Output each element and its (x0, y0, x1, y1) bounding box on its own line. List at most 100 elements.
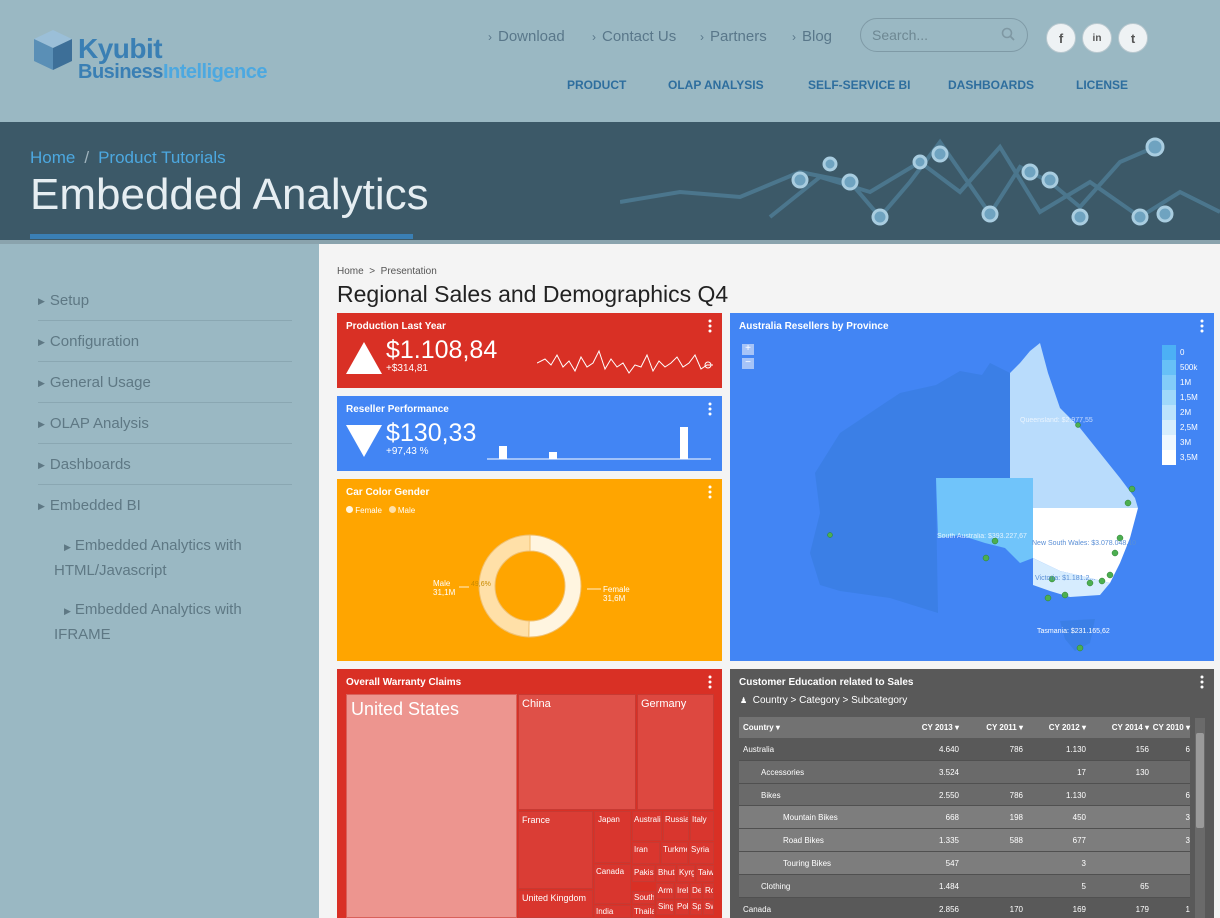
logo-subname[interactable]: BusinessIntelligence (78, 61, 267, 84)
table-cell: 3 (1185, 836, 1190, 846)
sidebar-item-dashboards[interactable]: ▶ Dashboards (38, 456, 131, 473)
hierarchy-path[interactable]: Country > Category > Subcategory (753, 695, 908, 706)
treemap-cell-poland[interactable]: Poland (675, 900, 689, 915)
column-header[interactable]: CY 2014 ▾ (1089, 723, 1149, 732)
sidebar-item-general-usage[interactable]: ▶ General Usage (38, 374, 151, 391)
table-cell: 1 (1185, 904, 1190, 914)
kpi-production-card[interactable]: Production Last Year $1.108,84 +$314,81 (337, 313, 722, 388)
more-vertical-icon[interactable] (705, 319, 715, 333)
hero-crumb-tutorials[interactable]: Product Tutorials (98, 148, 226, 167)
treemap-cell-australia[interactable]: Australia (632, 811, 662, 841)
treemap-cell-bhutan[interactable]: Bhutan (656, 865, 676, 882)
treemap-cell-turkmenistan[interactable]: Turkmenistan (661, 842, 688, 864)
sidebar-subitem-iframe[interactable]: ▶ Embedded Analytics with IFRAME (54, 598, 284, 647)
table-cell: 169 (1072, 904, 1086, 914)
sidebar-item-olap-analysis[interactable]: ▶ OLAP Analysis (38, 415, 149, 432)
treemap-cell-armenia[interactable]: Armenia (656, 883, 674, 899)
column-header[interactable]: CY 2010 ▾ (1152, 723, 1190, 732)
map-label-tasmania: Tasmania: $231.165,62 (1037, 628, 1110, 635)
treemap-cell-spain[interactable]: Spain (690, 900, 702, 915)
map-card[interactable]: Australia Resellers by Province + − Quee… (730, 313, 1214, 661)
linkedin-icon[interactable]: in (1082, 23, 1112, 53)
column-header[interactable]: CY 2012 ▾ (1026, 723, 1086, 732)
sidebar-subitem-html-js[interactable]: ▶ Embedded Analytics with HTML/Javascript (54, 534, 284, 583)
treemap-cell-india[interactable]: India (594, 905, 631, 918)
region-northern-territory (936, 363, 1010, 478)
sidebar-item-configuration[interactable]: ▶ Configuration (38, 333, 139, 350)
toplink-download[interactable]: › Download (488, 28, 565, 45)
more-vertical-icon[interactable] (1197, 675, 1207, 689)
treemap-cell-south[interactable]: South (632, 891, 655, 904)
logo-cube-icon[interactable] (32, 28, 74, 72)
donut-chart (459, 534, 601, 638)
table-cell: 1.130 (1065, 790, 1086, 800)
donut-slice-female[interactable] (528, 534, 582, 638)
map-label-south-australia: South Australia: $393.227,67 (937, 533, 1027, 540)
column-header[interactable]: CY 2013 ▾ (899, 723, 959, 732)
sidebar-subitem-label: Embedded Analytics with HTML/Javascript (54, 537, 242, 579)
more-vertical-icon[interactable] (705, 675, 715, 689)
legend-swatch-7 (1162, 450, 1176, 465)
dash-crumb-home[interactable]: Home (337, 266, 364, 277)
column-header[interactable]: CY 2011 ▾ (963, 723, 1023, 732)
card-title: Customer Education related to Sales (739, 677, 914, 688)
treemap-cell-france[interactable]: France (518, 811, 593, 889)
row-label: Touring Bikes (783, 859, 832, 868)
treemap-cell-canada[interactable]: Canada (594, 864, 631, 904)
treemap-cell-germany[interactable]: Germany (637, 694, 714, 810)
nav-product[interactable]: PRODUCT (567, 78, 626, 92)
legend-swatch-5 (1162, 420, 1176, 435)
treemap-cell-denmark[interactable]: Denmark (690, 883, 702, 899)
treemap-cell-sweden[interactable]: Sweden (703, 900, 714, 915)
treemap-cell-united-kingdom[interactable]: United Kingdom (518, 890, 593, 918)
table-cell: 3.524 (938, 767, 959, 777)
treemap-cell-taiwan[interactable]: Taiwan (696, 865, 714, 882)
table-cell: 2.856 (938, 904, 959, 914)
hierarchy-breadcrumb: ♟ Country > Category > Subcategory (740, 695, 907, 706)
page-title: Embedded Analytics (30, 170, 429, 219)
toplink-partners[interactable]: › Partners (700, 28, 767, 45)
treemap-cell-iran[interactable]: Iran (632, 842, 660, 864)
treemap-cell-thailand[interactable]: Thailand (632, 905, 655, 918)
table-scrollbar[interactable] (1195, 718, 1205, 918)
legend-swatch-3 (1162, 390, 1176, 405)
toplink-blog[interactable]: › Blog (792, 28, 832, 45)
treemap-cell-romania[interactable]: Romania (703, 883, 714, 899)
treemap-cell-russia[interactable]: Russia (663, 811, 689, 841)
pivot-table-card[interactable]: Customer Education related to Sales ♟ Co… (730, 669, 1214, 918)
column-header[interactable]: Country ▾ (743, 723, 893, 732)
treemap-cell-kyrgyzstan[interactable]: Kyrgyzstan (677, 865, 695, 882)
hero-crumb-sep: / (84, 148, 90, 167)
facebook-icon[interactable]: f (1046, 23, 1076, 53)
kpi-reseller-card[interactable]: Reseller Performance $130,33 +97,43 % (337, 396, 722, 471)
table-cell: 588 (1009, 836, 1023, 846)
treemap-cell-singapore[interactable]: Singapore (656, 900, 674, 915)
search-input[interactable] (872, 26, 997, 44)
treemap-cell-united-states[interactable]: United States (346, 694, 517, 918)
scrollbar-thumb[interactable] (1196, 733, 1204, 828)
more-vertical-icon[interactable] (705, 402, 715, 416)
table-cell: 547 (945, 859, 959, 868)
treemap-cell-ireland[interactable]: Ireland (675, 883, 689, 899)
toplink-contact[interactable]: › Contact Us (592, 28, 676, 45)
nav-olap-analysis[interactable]: OLAP ANALYSIS (668, 78, 764, 92)
treemap-cell-china[interactable]: China (518, 694, 636, 810)
treemap-cell-syria[interactable]: Syria (689, 842, 714, 864)
nav-license[interactable]: LICENSE (1076, 78, 1128, 92)
sidebar-divider (38, 361, 292, 362)
treemap-cell-pakistan[interactable]: Pakistan (632, 865, 655, 882)
treemap-cell-japan[interactable]: Japan (594, 811, 631, 863)
nav-dashboards[interactable]: DASHBOARDS (948, 78, 1034, 92)
hero-crumb-home[interactable]: Home (30, 148, 75, 167)
nav-self-service-bi[interactable]: SELF-SERVICE BI (808, 78, 910, 92)
sidebar-item-embedded-bi[interactable]: ▶ Embedded BI (38, 497, 141, 514)
treemap-cell-italy[interactable]: Italy (690, 811, 714, 841)
search-icon[interactable] (1001, 27, 1015, 41)
map-color-legend: 0 500k 1M 1,5M 2M 2,5M 3M 3,5M (1162, 345, 1198, 465)
sidebar-item-setup[interactable]: ▶ Setup (38, 292, 89, 309)
row-label: Road Bikes (783, 836, 824, 846)
sidebar-divider (38, 320, 292, 321)
dash-crumb-current[interactable]: Presentation (381, 266, 437, 277)
donut-chart-card[interactable]: Car Color Gender Female Male Female 31,6M… (337, 479, 722, 661)
twitter-icon[interactable]: t (1118, 23, 1148, 53)
